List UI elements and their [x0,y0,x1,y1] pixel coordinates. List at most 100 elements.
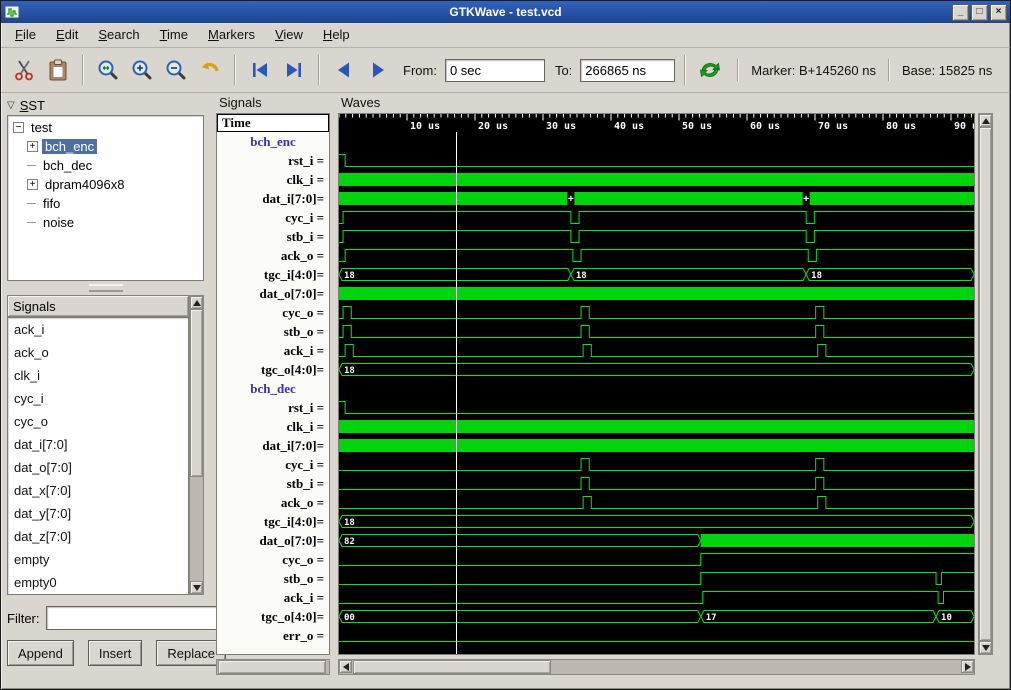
time-column-header[interactable]: Time [217,114,329,132]
zoom-out-button[interactable] [161,54,191,86]
menu-view[interactable]: View [265,23,313,47]
scrollbar-thumb[interactable] [353,660,551,674]
panel-sash[interactable] [330,95,338,689]
insert-button[interactable]: Insert [87,640,143,666]
menu-time[interactable]: Time [150,23,198,47]
signal-name[interactable]: ack_i = [217,341,329,360]
minimize-button[interactable]: _ [952,3,969,21]
wave-row[interactable] [339,132,974,151]
signal-name[interactable]: cyc_i = [217,208,329,227]
waves-vertical-scrollbar[interactable] [978,113,993,655]
names-horizontal-scrollbar[interactable] [216,659,330,675]
signal-list-item[interactable]: ack_i [8,318,188,341]
scrollbar-thumb[interactable] [218,660,326,674]
wave-row[interactable] [339,436,974,455]
signal-name[interactable]: stb_o = [217,569,329,588]
menu-edit[interactable]: Edit [46,23,88,47]
zoom-to-end-button[interactable] [279,54,309,86]
scroll-left-button[interactable] [339,660,352,673]
scroll-down-button[interactable] [979,641,992,654]
menu-markers[interactable]: Markers [198,23,265,47]
signal-name[interactable]: rst_i = [217,398,329,417]
wave-row[interactable] [339,493,974,512]
signal-list-item[interactable]: dat_i[7:0] [8,433,188,456]
wave-row[interactable] [339,626,974,645]
expand-icon[interactable]: + [27,179,38,190]
signal-name[interactable]: ack_o = [217,246,329,265]
signal-name[interactable]: tgc_i[4:0]= [217,265,329,284]
from-input[interactable] [444,58,545,82]
signal-name[interactable]: cyc_o = [217,550,329,569]
scrollbar-trough[interactable] [190,309,203,581]
wave-row[interactable] [339,284,974,303]
signal-list-scrollbar[interactable] [189,295,204,595]
signal-group-label[interactable]: bch_dec [217,379,329,398]
signal-list-item[interactable]: dat_x[7:0] [8,479,188,502]
to-input[interactable] [580,58,676,82]
wave-row[interactable] [339,474,974,493]
wave-row[interactable] [339,170,974,189]
signal-name[interactable]: dat_o[7:0]= [217,531,329,550]
tree-node-fifo[interactable]: fifo [8,194,203,213]
signal-list-item[interactable]: cyc_i [8,387,188,410]
wave-row[interactable] [339,550,974,569]
wave-row[interactable] [339,151,974,170]
signal-list-item[interactable]: empty [8,548,188,571]
signal-name[interactable]: stb_o = [217,322,329,341]
wave-row[interactable]: 18 [339,360,974,379]
append-button[interactable]: Append [7,640,74,666]
signal-name[interactable]: clk_i = [217,417,329,436]
wave-row[interactable] [339,569,974,588]
wave-row[interactable]: 18 18 18 [339,265,974,284]
menu-file[interactable]: File [5,23,46,47]
scrollbar-trough[interactable] [352,660,961,674]
paste-traces-button[interactable] [43,54,73,86]
zoom-undo-button[interactable] [195,54,225,86]
wave-row[interactable] [339,398,974,417]
tree-node-test[interactable]: − test [8,118,203,137]
signal-name[interactable]: rst_i = [217,151,329,170]
expand-icon[interactable]: + [27,141,38,152]
zoom-fit-button[interactable] [93,54,123,86]
zoom-to-start-button[interactable] [245,54,275,86]
signal-name[interactable]: tgc_o[4:0]= [217,360,329,379]
window-icon[interactable] [4,4,20,20]
filter-input[interactable] [45,606,232,630]
pane-resize-grip[interactable] [88,284,123,292]
signal-list-item[interactable]: dat_z[7:0] [8,525,188,548]
signal-list-item[interactable]: dat_y[7:0] [8,502,188,525]
signal-name[interactable]: ack_i = [217,588,329,607]
signal-name[interactable]: dat_i[7:0]= [217,436,329,455]
signal-group-label[interactable]: bch_enc [217,132,329,151]
scroll-down-button[interactable] [190,581,203,594]
signal-name[interactable]: dat_i[7:0]= [217,189,329,208]
signal-list-item[interactable]: ack_o [8,341,188,364]
wave-row[interactable] [339,379,974,398]
signal-name[interactable]: clk_i = [217,170,329,189]
shift-right-button[interactable] [363,54,393,86]
signal-name[interactable]: dat_o[7:0]= [217,284,329,303]
signal-name[interactable]: tgc_i[4:0]= [217,512,329,531]
title-bar[interactable]: GTKWave - test.vcd _ □ × [1,1,1010,23]
wave-row[interactable] [339,322,974,341]
signal-name[interactable]: stb_i = [217,227,329,246]
wave-row[interactable]: 00 17 10 [339,607,974,626]
shift-left-button[interactable] [329,54,359,86]
wave-canvas[interactable]: 10 us 20 us 30 us 40 us 50 us 60 us 70 us 80 us… [338,113,975,655]
scrollbar-trough[interactable] [217,660,329,674]
tree-node-bch_dec[interactable]: bch_dec [8,156,203,175]
tree-node-bch_enc[interactable]: + bch_enc [8,137,203,156]
wave-row[interactable]: + + [339,189,974,208]
wave-row[interactable] [339,246,974,265]
baseline-marker[interactable] [456,132,457,654]
tree-node-dpram4096x8[interactable]: + dpram4096x8 [8,175,203,194]
signal-list-item[interactable]: dat_o[7:0] [8,456,188,479]
signal-name[interactable]: stb_i = [217,474,329,493]
cut-traces-button[interactable] [9,54,39,86]
signals-list-header[interactable]: Signals [7,295,189,317]
signal-name[interactable]: err_o = [217,626,329,645]
signal-list-item[interactable]: clk_i [8,364,188,387]
reload-button[interactable] [695,54,725,86]
signal-name[interactable]: cyc_i = [217,455,329,474]
scroll-right-button[interactable] [961,660,974,673]
